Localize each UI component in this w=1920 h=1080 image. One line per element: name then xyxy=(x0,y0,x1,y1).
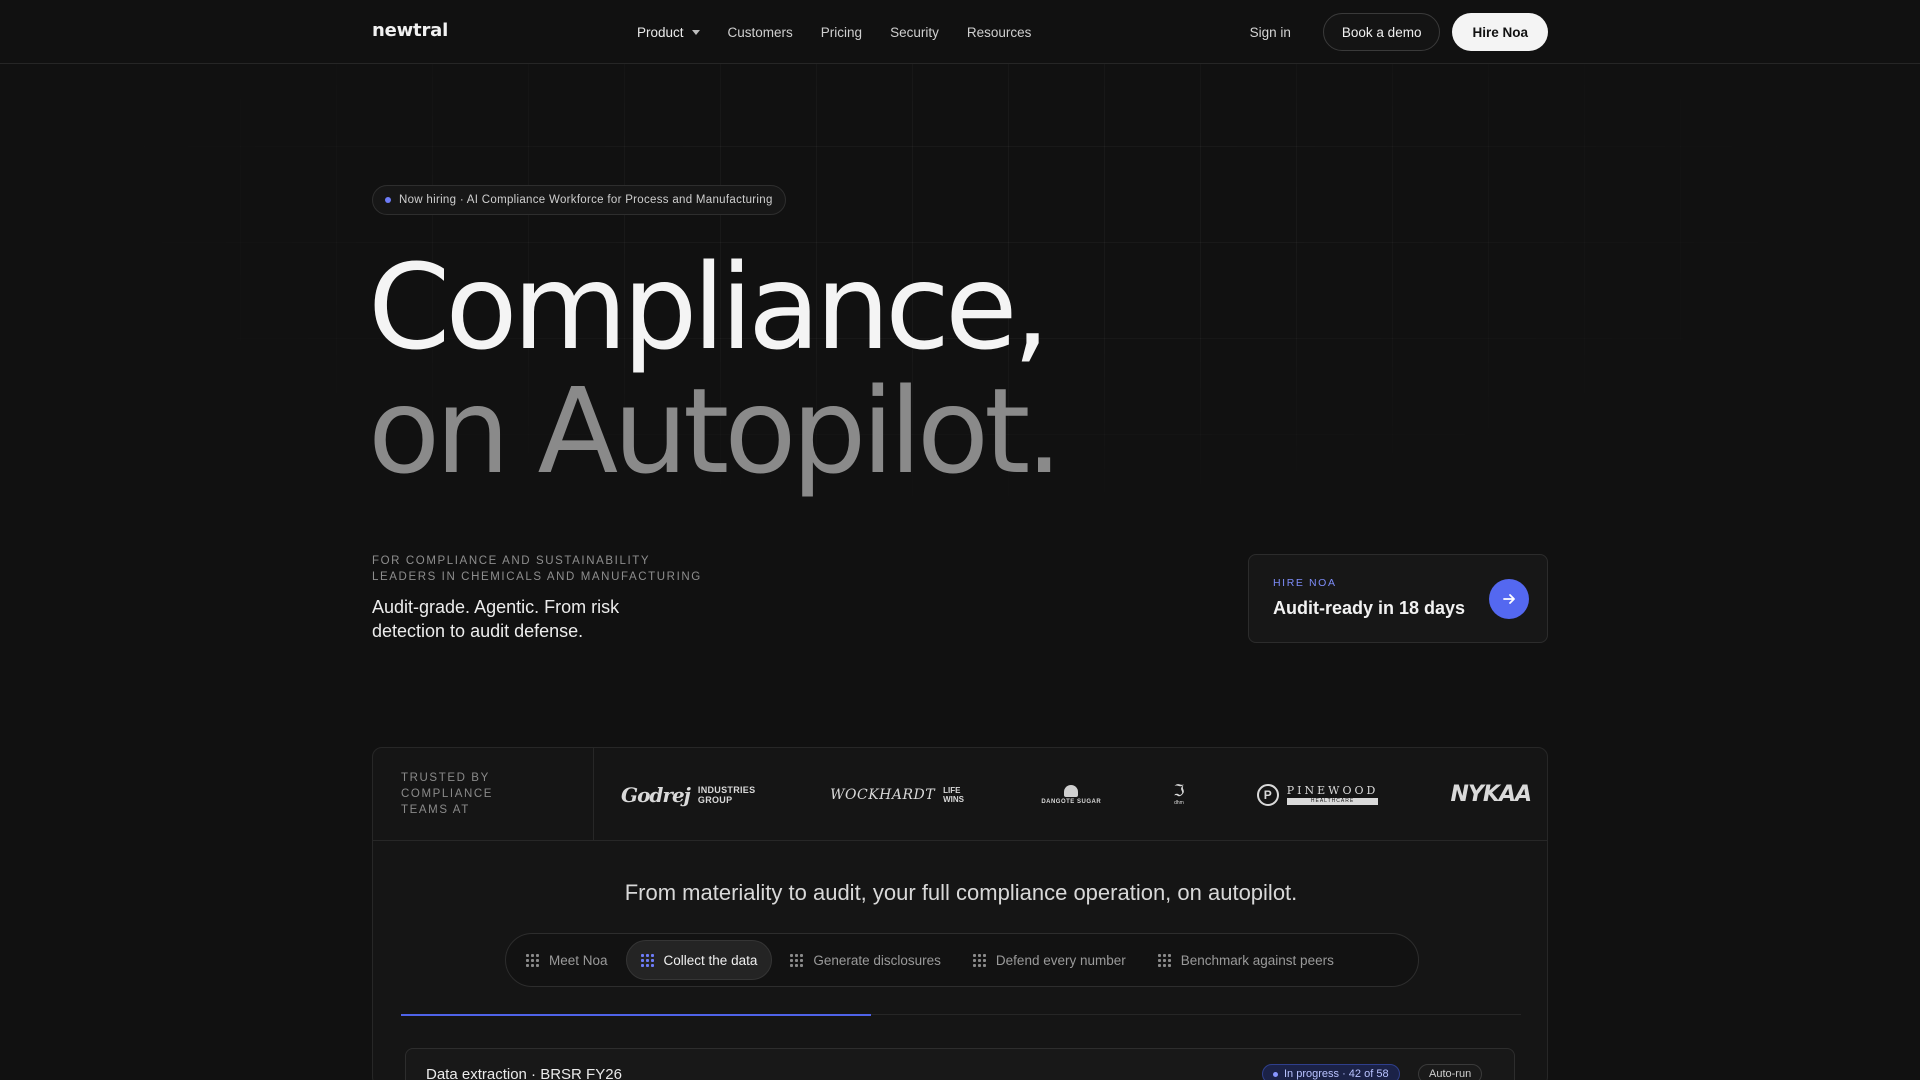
pinewood-mark-icon: P xyxy=(1256,783,1279,806)
workflow-tabs: Meet Noa Collect the data Generate discl… xyxy=(505,933,1419,987)
wockhardt-logo-script: WOCKHARDT xyxy=(830,786,936,803)
godrej-logo-script: Godrej xyxy=(621,782,691,807)
dhm-logo-text: dhm xyxy=(1174,799,1184,806)
hire-card-arrow-button[interactable] xyxy=(1489,579,1529,619)
nav-actions: Sign in Book a demo Hire Noa xyxy=(1250,13,1548,51)
trusted-by-row: Trusted by compliance teams at Godrej IN… xyxy=(373,748,1547,841)
chevron-down-icon xyxy=(691,29,700,35)
tab-defend-every-number[interactable]: Defend every number xyxy=(959,940,1140,980)
tab-generate-disclosures[interactable]: Generate disclosures xyxy=(776,940,955,980)
tab-meet-noa[interactable]: Meet Noa xyxy=(512,940,622,980)
pinewood-logo-text: PINEWOOD xyxy=(1286,784,1379,797)
status-badge-text: In progress · 42 of 58 xyxy=(1284,1068,1389,1080)
task-card-title: Data extraction · BRSR FY26 xyxy=(426,1066,622,1080)
trusted-by-label: Trusted by compliance teams at xyxy=(401,772,494,816)
arrow-right-icon xyxy=(1503,594,1515,604)
hire-card-eyebrow: HIRE NOA xyxy=(1273,577,1337,589)
tab-label: Meet Noa xyxy=(549,952,608,968)
announcement-text: Now hiring · AI Compliance Workforce for… xyxy=(399,194,773,206)
hero-title-line1: Compliance, xyxy=(368,238,1050,376)
auto-run-badge[interactable]: Auto-run xyxy=(1418,1064,1483,1080)
hero-title: Compliance, on Autopilot. xyxy=(368,238,1063,500)
tab-label: Defend every number xyxy=(995,952,1126,968)
workflow-progress-fill xyxy=(401,1014,872,1016)
workflow-progress-track xyxy=(401,1014,1521,1016)
trust-workflow-panel: Trusted by compliance teams at Godrej IN… xyxy=(372,747,1548,1080)
pinewood-logo: P PINEWOOD HEALTHCARE xyxy=(1256,783,1379,806)
book-demo-button[interactable]: Book a demo xyxy=(1322,13,1441,51)
hero-eyebrow: For compliance and sustainability leader… xyxy=(372,555,702,583)
grid-dots-icon xyxy=(640,953,654,967)
brand-logo[interactable]: newtral xyxy=(372,20,448,41)
nav-product[interactable]: Product xyxy=(637,25,700,40)
hire-card-title: Audit-ready in 18 days xyxy=(1273,598,1466,618)
tab-collect-the-data[interactable]: Collect the data xyxy=(625,940,773,980)
workflow-tagline: From materiality to audit, your full com… xyxy=(624,880,1298,905)
nav-security[interactable]: Security xyxy=(890,25,939,40)
pinewood-words: PINEWOOD HEALTHCARE xyxy=(1286,784,1379,805)
grid-dots-icon xyxy=(1157,953,1171,967)
grid-dots-icon xyxy=(790,953,804,967)
tab-label: Benchmark against peers xyxy=(1180,952,1334,968)
pinewood-logo-subtext: HEALTHCARE xyxy=(1286,798,1379,805)
nav-links: Product Customers Pricing Security Resou… xyxy=(637,0,1031,64)
sign-in-link[interactable]: Sign in xyxy=(1250,25,1291,40)
top-navigation: newtral Product Customers Pricing Securi… xyxy=(0,0,1920,64)
nav-product-label: Product xyxy=(637,24,684,40)
nav-pricing[interactable]: Pricing xyxy=(821,25,862,40)
dhm-logo: ℑ dhm xyxy=(1173,780,1185,806)
dangote-logo: DANGOTE SUGAR xyxy=(1041,784,1102,805)
godrej-logo: Godrej INDUSTRIES GROUP xyxy=(621,783,758,807)
dangote-logo-text: DANGOTE SUGAR xyxy=(1041,798,1102,805)
nav-customers[interactable]: Customers xyxy=(728,25,793,40)
nykaa-logo: NYKAA xyxy=(1450,782,1532,807)
hire-noa-card[interactable]: HIRE NOA Audit-ready in 18 days xyxy=(1248,554,1548,643)
customer-logos: Godrej INDUSTRIES GROUP WOCKHARDT LIFE W… xyxy=(621,748,1532,841)
wockhardt-logo-text: LIFE WINS xyxy=(943,785,964,804)
tab-benchmark-against-peers[interactable]: Benchmark against peers xyxy=(1144,940,1348,980)
hire-noa-button[interactable]: Hire Noa xyxy=(1452,13,1548,51)
tab-label: Collect the data xyxy=(663,952,758,968)
hero-title-line2: on Autopilot. xyxy=(368,362,1063,500)
hero-subtitle: Audit-grade. Agentic. From risk detectio… xyxy=(372,597,620,641)
wockhardt-logo: WOCKHARDT LIFE WINS xyxy=(830,786,969,804)
nav-resources[interactable]: Resources xyxy=(967,25,1032,40)
grid-dots-icon xyxy=(526,953,539,967)
task-card[interactable]: Data extraction · BRSR FY26 In progress … xyxy=(405,1048,1515,1080)
godrej-logo-text: INDUSTRIES GROUP xyxy=(697,784,756,805)
dangote-mark-icon xyxy=(1064,784,1079,797)
tab-label: Generate disclosures xyxy=(813,952,941,968)
status-badge: In progress · 42 of 58 xyxy=(1262,1064,1400,1080)
status-dot-icon xyxy=(385,197,391,203)
trusted-by-divider xyxy=(593,748,594,841)
status-dot-icon xyxy=(1273,1071,1278,1077)
grid-dots-icon xyxy=(972,953,986,967)
announcement-pill[interactable]: Now hiring · AI Compliance Workforce for… xyxy=(372,185,786,215)
dhm-mark-icon: ℑ xyxy=(1173,780,1185,800)
